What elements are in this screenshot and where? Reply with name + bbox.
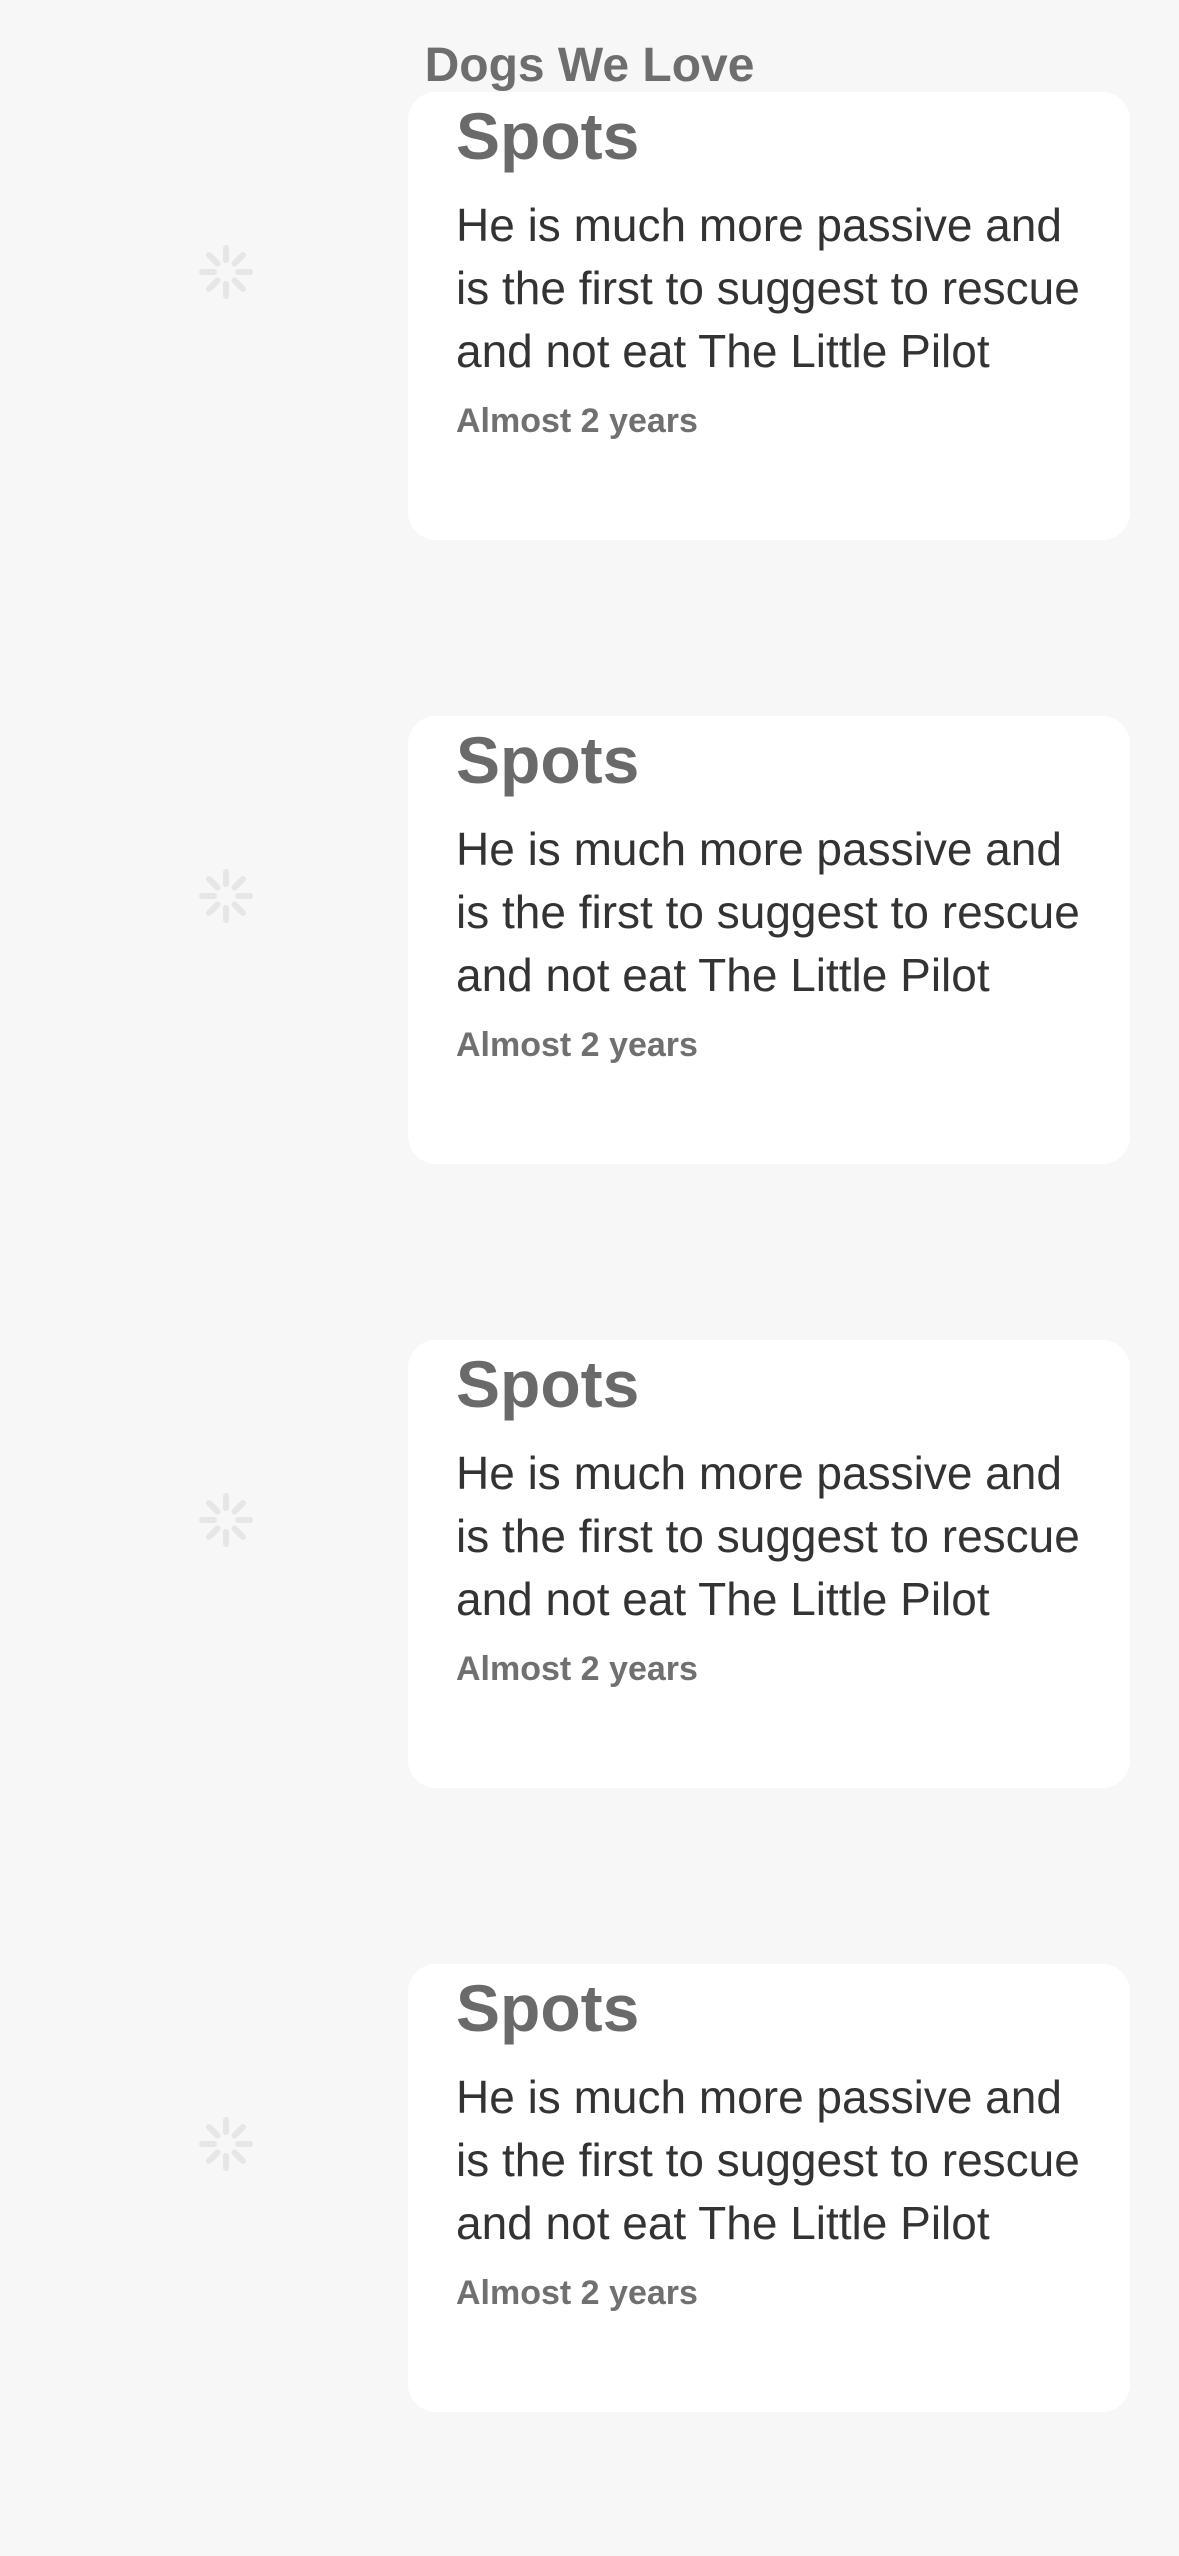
- dog-name: Spots: [456, 1347, 640, 1421]
- dog-description: He is much more passive and is the first…: [456, 823, 1080, 1001]
- dog-name: Spots: [456, 723, 640, 797]
- dog-description: He is much more passive and is the first…: [456, 199, 1080, 377]
- dog-card[interactable]: Spots He is much more passive and is the…: [408, 1964, 1130, 2412]
- dog-card[interactable]: Spots He is much more passive and is the…: [408, 716, 1130, 1164]
- loading-spinner-icon: [198, 2116, 254, 2172]
- dog-age: Almost 2 years: [456, 1026, 698, 1064]
- list-item[interactable]: Spots He is much more passive and is the…: [0, 1964, 1179, 2414]
- loading-spinner-icon: [198, 868, 254, 924]
- dog-card[interactable]: Spots He is much more passive and is the…: [408, 1340, 1130, 1788]
- list-item[interactable]: Spots He is much more passive and is the…: [0, 1340, 1179, 1790]
- list-item[interactable]: Spots He is much more passive and is the…: [0, 92, 1179, 542]
- loading-spinner-icon: [198, 1492, 254, 1548]
- dog-name: Spots: [456, 99, 640, 173]
- dog-description: He is much more passive and is the first…: [456, 1447, 1080, 1625]
- dog-age: Almost 2 years: [456, 2274, 698, 2312]
- list-item[interactable]: Spots He is much more passive and is the…: [0, 716, 1179, 1166]
- dog-name: Spots: [456, 1971, 640, 2045]
- page-title: Dogs We Love: [424, 39, 755, 92]
- loading-spinner-icon: [198, 244, 254, 300]
- dog-age: Almost 2 years: [456, 1650, 698, 1688]
- dog-description: He is much more passive and is the first…: [456, 2071, 1080, 2249]
- dog-age: Almost 2 years: [456, 402, 698, 440]
- dog-card[interactable]: Spots He is much more passive and is the…: [408, 92, 1130, 540]
